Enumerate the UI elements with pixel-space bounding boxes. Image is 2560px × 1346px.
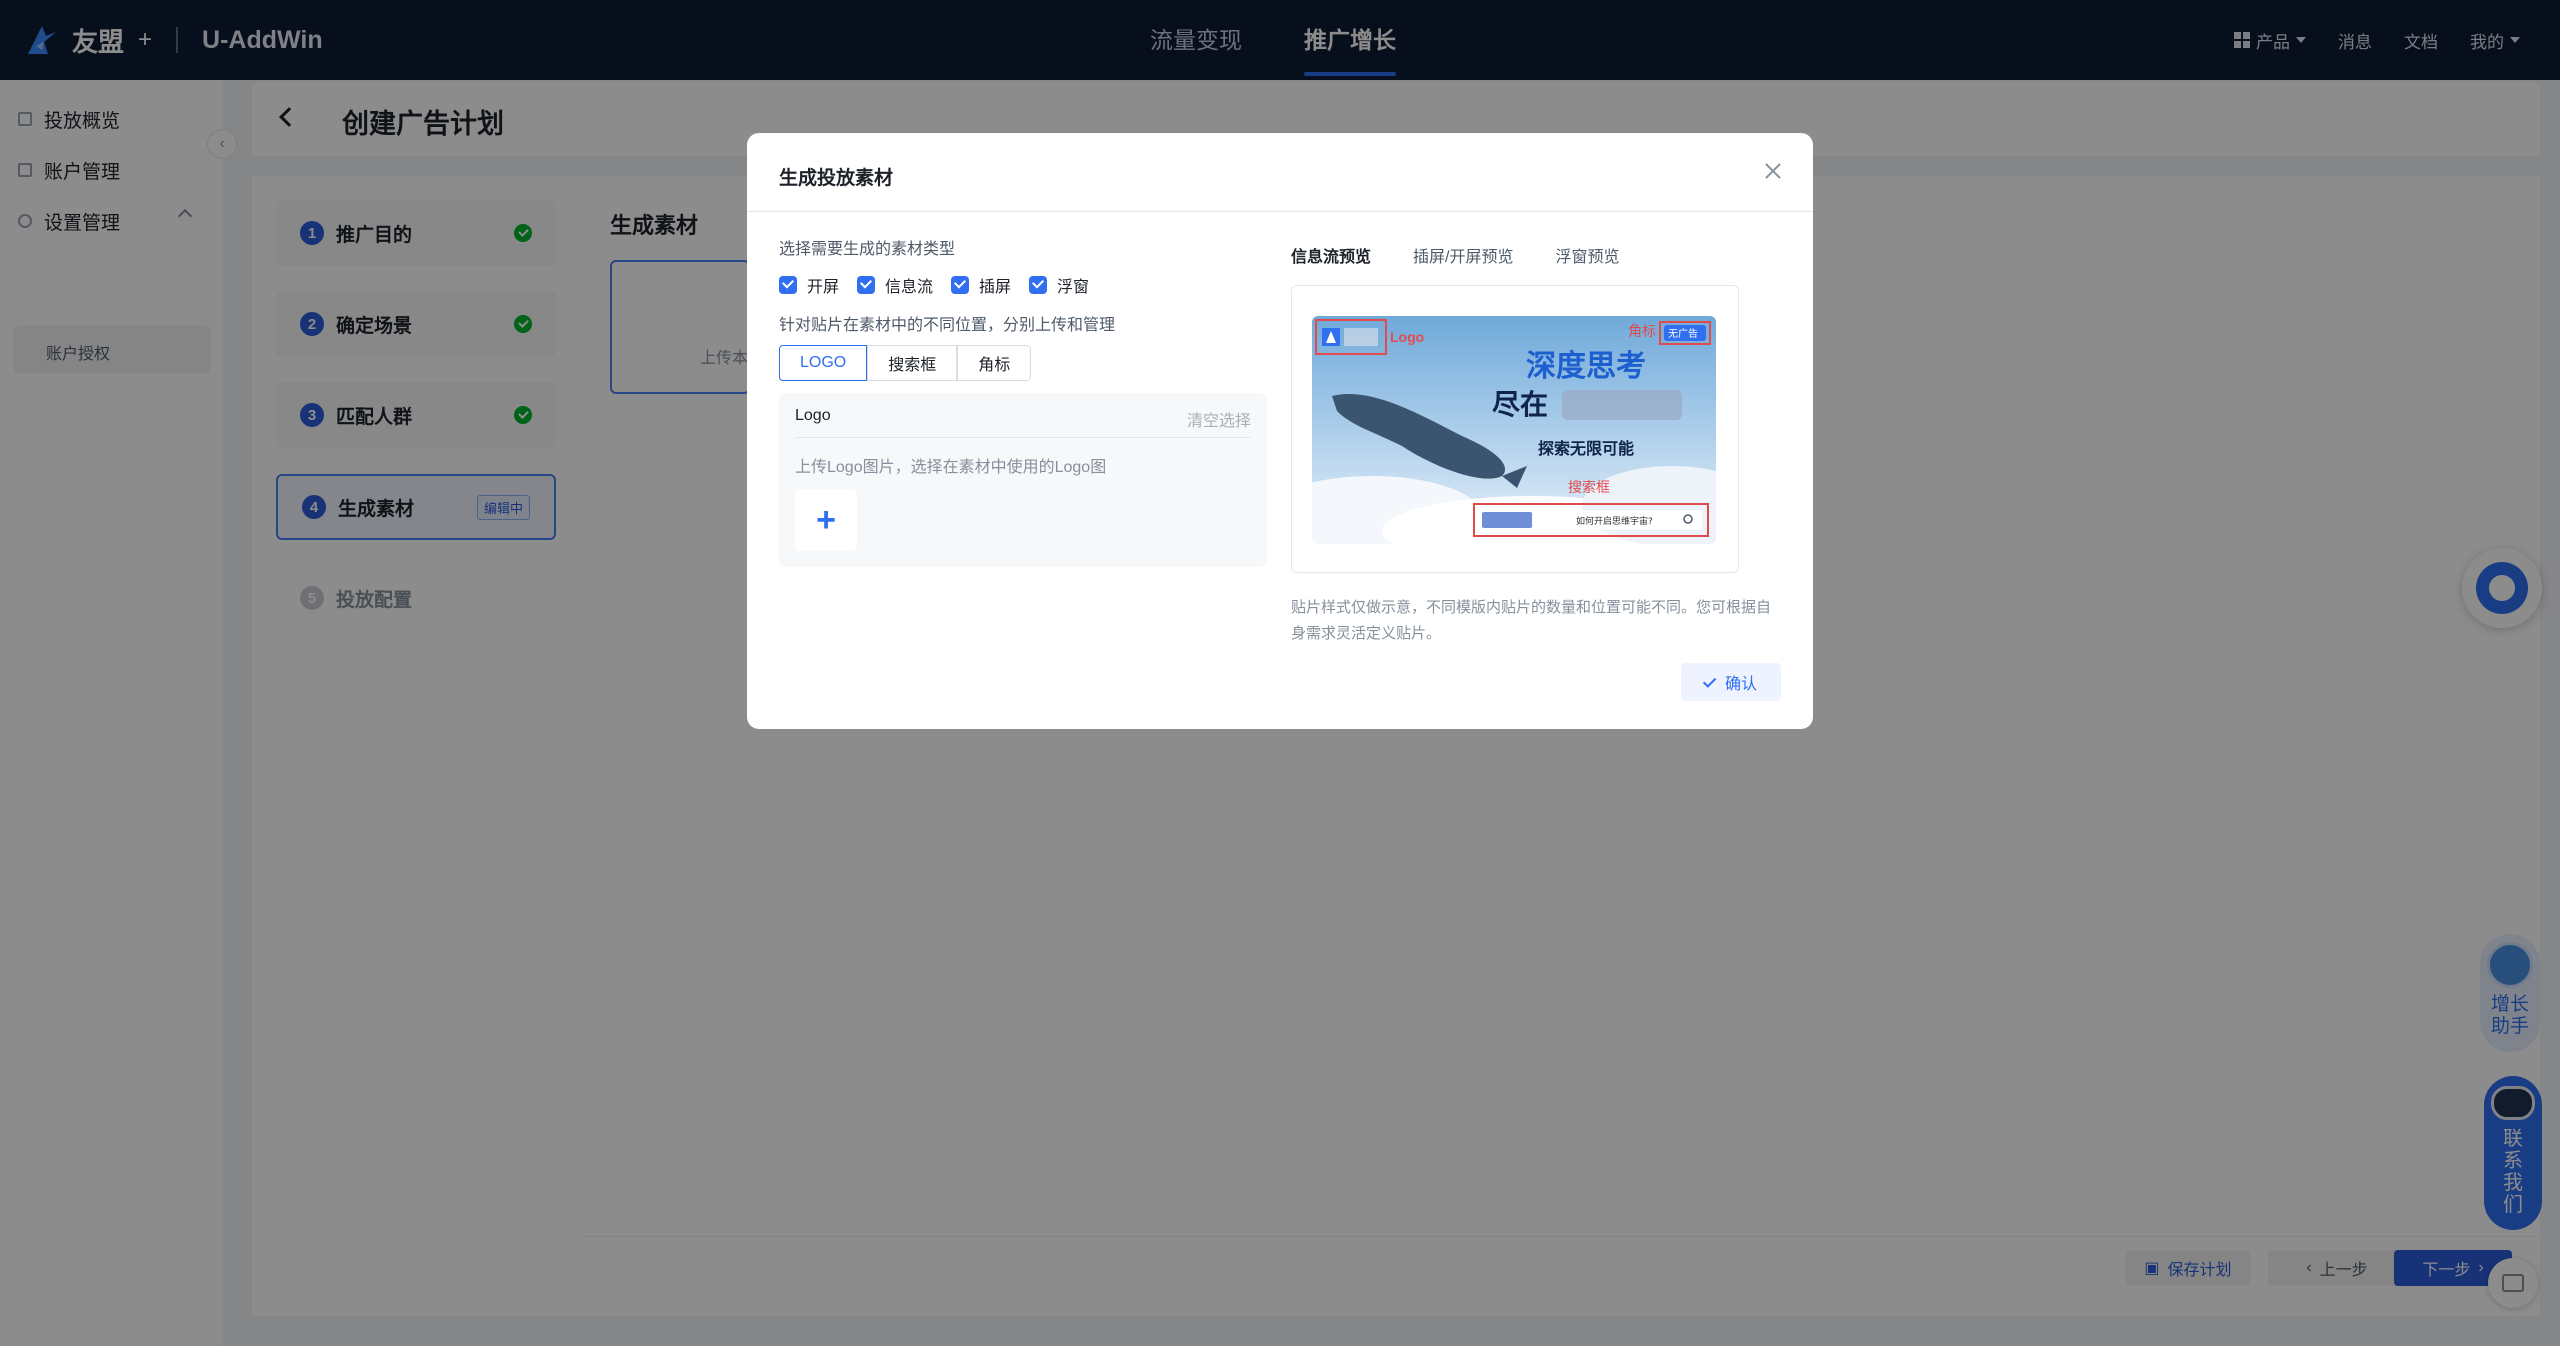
preview-ad-tag: 无广告 bbox=[1668, 327, 1698, 340]
checkbox-label: 开屏 bbox=[807, 279, 840, 296]
preview-search-label: 搜索框 bbox=[1568, 479, 1610, 495]
confirm-label: 确认 bbox=[1724, 676, 1757, 693]
tab-interstitial-preview[interactable]: 插屏/开屏预览 bbox=[1413, 243, 1513, 267]
logo-panel-title: Logo bbox=[795, 407, 831, 424]
clear-selection-link[interactable]: 清空选择 bbox=[1187, 407, 1251, 431]
segment-logo[interactable]: LOGO bbox=[779, 345, 868, 381]
preview-subline: 尽在 bbox=[1492, 388, 1548, 421]
preview-tagline: 探索无限可能 bbox=[1538, 439, 1634, 458]
checkbox-splash[interactable]: 开屏 bbox=[779, 273, 839, 297]
patch-label: 针对贴片在素材中的不同位置，分别上传和管理 bbox=[779, 317, 1116, 334]
checkbox-float-window[interactable]: 浮窗 bbox=[1029, 273, 1089, 297]
add-logo-button[interactable]: + bbox=[795, 489, 857, 551]
check-icon bbox=[1702, 673, 1717, 688]
tab-float-preview[interactable]: 浮窗预览 bbox=[1555, 243, 1619, 267]
modal-divider bbox=[747, 211, 1813, 212]
checkbox-feed[interactable]: 信息流 bbox=[857, 273, 933, 297]
checkbox-checked-icon bbox=[779, 276, 797, 294]
checkbox-checked-icon bbox=[951, 276, 970, 294]
preview-search-text: 如何开启思维宇宙? bbox=[1576, 515, 1653, 527]
ad-preview-image: Logo 角标 无广告 深度思考 尽在 探索无限可能 搜索框 如何开启思维宇宙? bbox=[1312, 316, 1716, 544]
preview-card: Logo 角标 无广告 深度思考 尽在 探索无限可能 搜索框 如何开启思维宇宙? bbox=[1291, 285, 1739, 573]
material-type-checkboxes: 开屏 信息流 插屏 浮窗 bbox=[779, 273, 1089, 297]
confirm-button[interactable]: 确认 bbox=[1681, 663, 1781, 701]
preview-tabs: 信息流预览 插屏/开屏预览 浮窗预览 bbox=[1291, 243, 1619, 267]
logo-upload-hint: 上传Logo图片，选择在素材中使用的Logo图 bbox=[795, 459, 1107, 476]
checkbox-label: 信息流 bbox=[885, 279, 934, 296]
close-icon[interactable] bbox=[1763, 161, 1783, 181]
checkbox-label: 插屏 bbox=[979, 279, 1012, 296]
preview-corner-label: 角标 bbox=[1628, 323, 1656, 339]
tab-feed-preview[interactable]: 信息流预览 bbox=[1291, 243, 1371, 267]
modal-title: 生成投放素材 bbox=[779, 168, 894, 189]
logo-panel: Logo 清空选择 上传Logo图片，选择在素材中使用的Logo图 + bbox=[779, 393, 1267, 567]
checkbox-label: 浮窗 bbox=[1057, 279, 1090, 296]
checkbox-interstitial[interactable]: 插屏 bbox=[951, 273, 1011, 297]
segment-corner[interactable]: 角标 bbox=[957, 345, 1032, 381]
preview-headline: 深度思考 bbox=[1526, 349, 1646, 384]
patch-segment: LOGO 搜索框 角标 bbox=[779, 345, 1032, 381]
segment-search-box[interactable]: 搜索框 bbox=[867, 345, 958, 381]
generate-material-modal: 生成投放素材 选择需要生成的素材类型 开屏 信息流 插屏 浮窗 针对贴片在素材中… bbox=[747, 133, 1813, 729]
preview-logo-label: Logo bbox=[1390, 329, 1424, 345]
material-type-label: 选择需要生成的素材类型 bbox=[779, 241, 956, 258]
checkbox-checked-icon bbox=[1029, 276, 1048, 294]
checkbox-checked-icon bbox=[857, 276, 876, 294]
divider bbox=[795, 437, 1251, 438]
preview-note: 贴片样式仅做示意，不同模版内贴片的数量和位置可能不同。您可根据自身需求灵活定义贴… bbox=[1291, 599, 1772, 642]
